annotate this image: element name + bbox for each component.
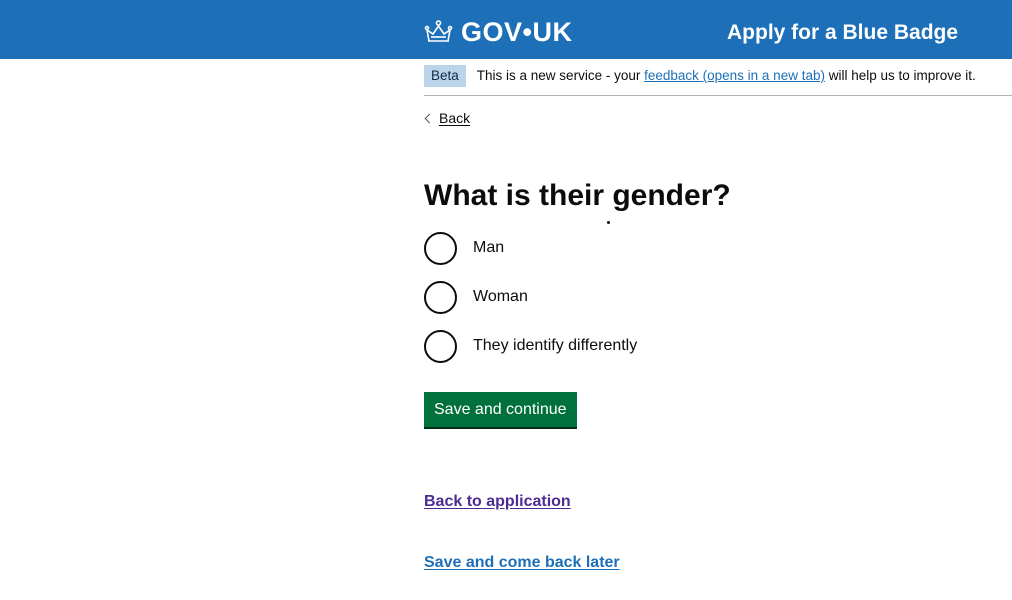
govuk-logo-link[interactable]: GOV•UK <box>424 14 572 50</box>
back-link-label: Back <box>439 110 471 126</box>
phase-banner: Beta This is a new service - your feedba… <box>424 65 1012 96</box>
service-name-link[interactable]: Apply for a Blue Badge <box>727 21 958 45</box>
radio-option-identify-differently[interactable]: They identify differently <box>424 328 637 364</box>
radio-label[interactable]: They identify differently <box>473 337 637 355</box>
phase-banner-text: This is a new service - your feedback (o… <box>477 65 976 83</box>
chevron-left-icon <box>424 113 435 123</box>
back-link[interactable]: Back <box>424 110 470 126</box>
crown-icon <box>424 19 453 45</box>
save-and-continue-button[interactable]: Save and continue <box>424 392 577 427</box>
stray-dot <box>607 221 610 224</box>
phase-tag: Beta <box>424 65 466 87</box>
phase-text-before: This is a new service - your <box>476 68 645 83</box>
radio-label[interactable]: Man <box>473 239 504 257</box>
save-and-come-back-later-link[interactable]: Save and come back later <box>424 554 620 572</box>
radio-option-woman[interactable]: Woman <box>424 279 637 315</box>
page-title: What is their gender? <box>424 179 731 212</box>
radio-button[interactable] <box>424 329 457 363</box>
feedback-link[interactable]: feedback (opens in a new tab) <box>644 68 825 83</box>
radio-option-man[interactable]: Man <box>424 230 637 266</box>
phase-text-after: will help us to improve it. <box>824 68 976 83</box>
radio-button[interactable] <box>424 231 457 265</box>
radio-button[interactable] <box>424 280 457 314</box>
gender-radio-group: Man Woman They identify differently <box>424 230 637 377</box>
site-header: GOV•UK Apply for a Blue Badge <box>0 0 1012 59</box>
radio-label[interactable]: Woman <box>473 288 528 306</box>
govuk-logo-text: GOV•UK <box>461 16 573 47</box>
back-to-application-link[interactable]: Back to application <box>424 493 571 511</box>
